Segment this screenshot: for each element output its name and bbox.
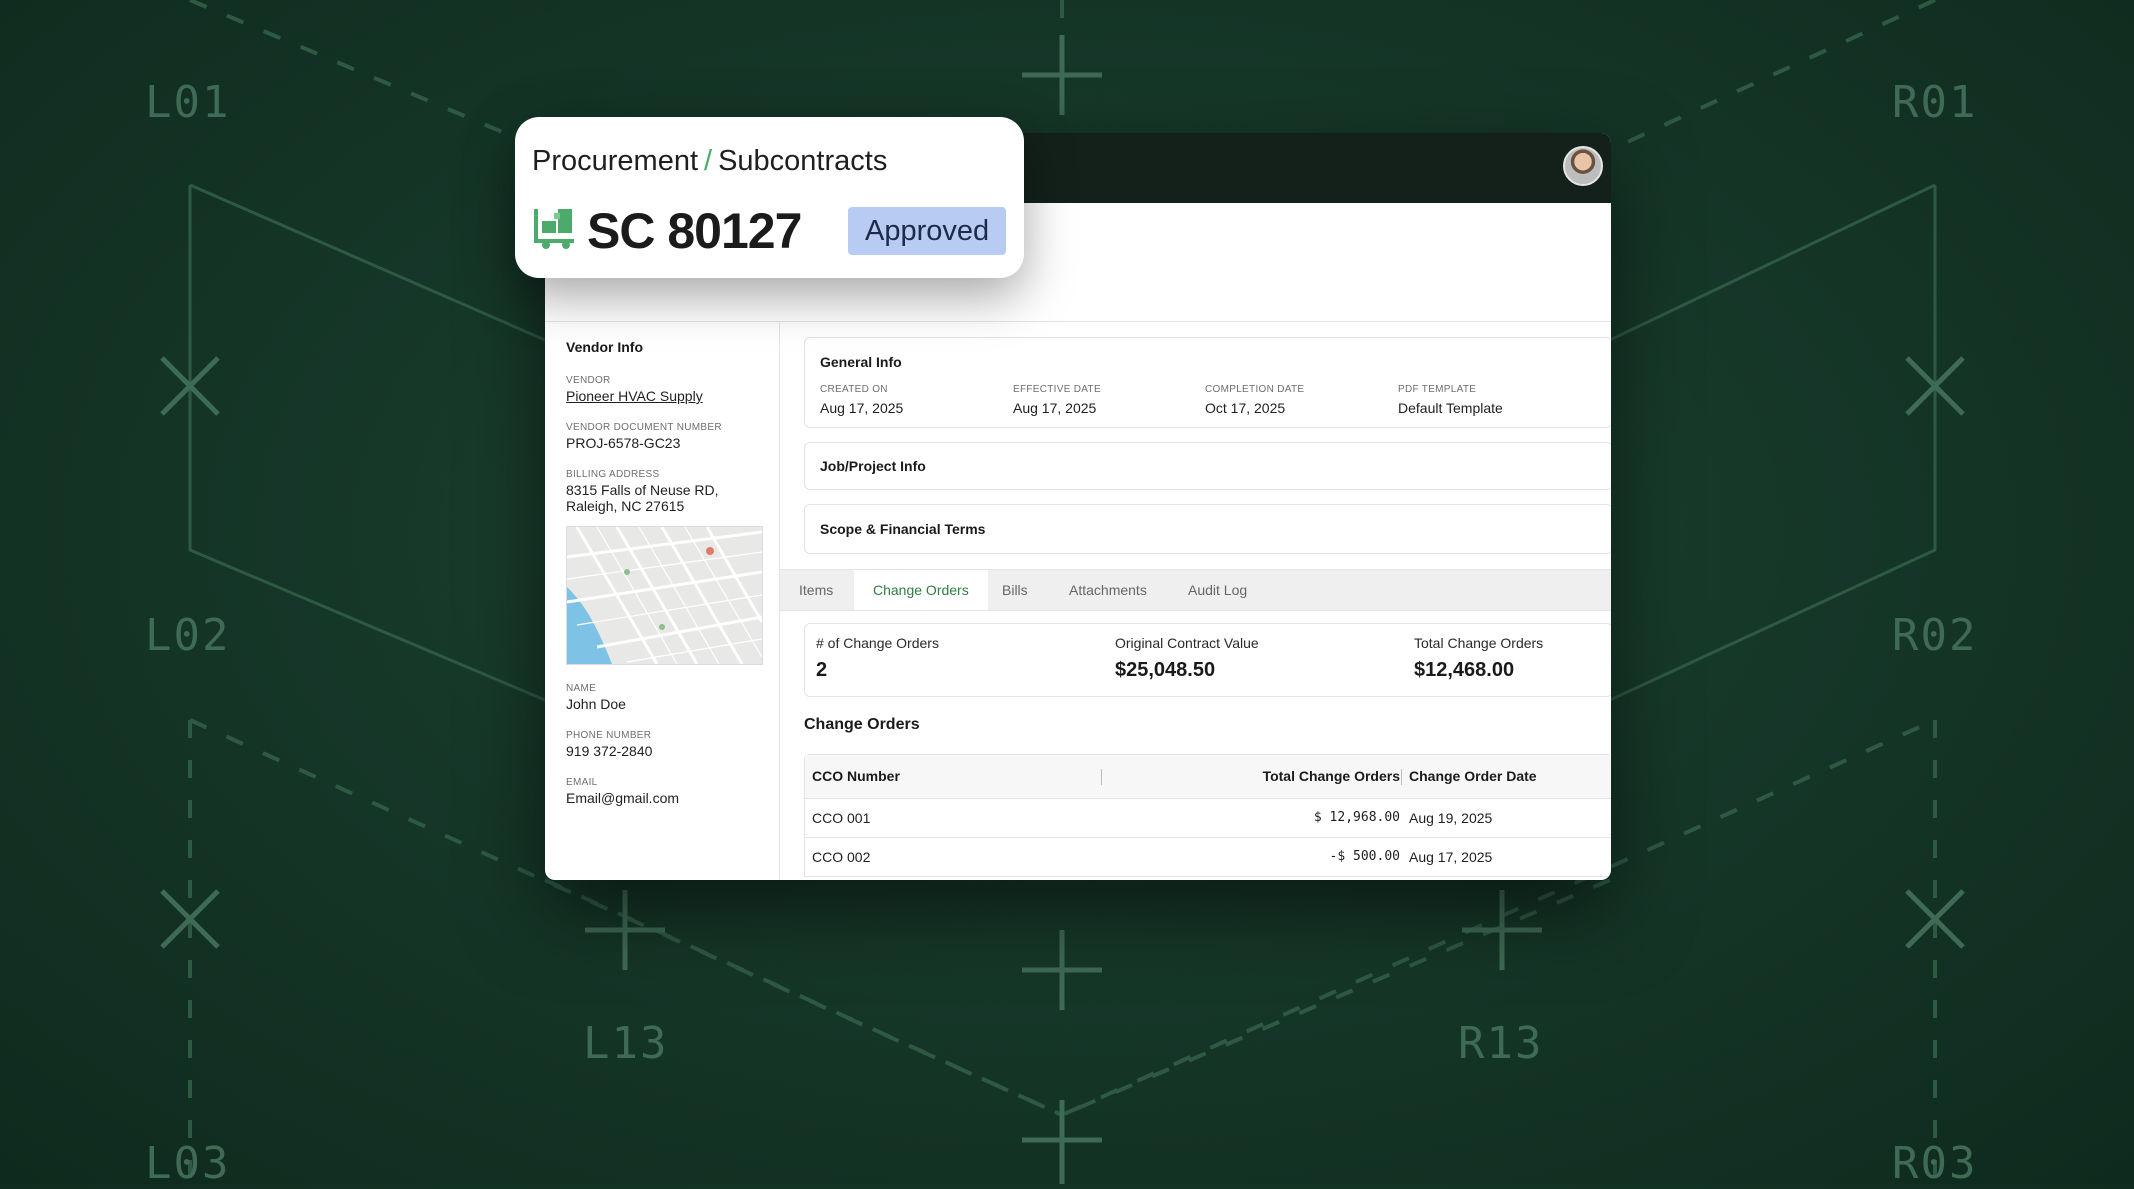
vendor-label: VENDOR: [566, 375, 611, 386]
pdf-template-value: Default Template: [1398, 400, 1503, 416]
change-order-date-cell: Aug 17, 2025: [1409, 849, 1493, 865]
vendor-info-title: Vendor Info: [566, 339, 643, 355]
scope-financial-terms-title: Scope & Financial Terms: [820, 521, 986, 537]
vendor-document-number: PROJ-6578-GC23: [566, 435, 681, 451]
column-header-date[interactable]: Change Order Date: [1409, 755, 1537, 798]
forklift-icon: [534, 209, 574, 249]
cco-number-cell: CCO 001: [812, 810, 871, 826]
document-title-card: Procurement / Subcontracts SC 80127 Approv…: [515, 117, 1024, 278]
created-on-label: CREATED ON: [820, 384, 888, 395]
total-change-orders: Total Change Orders $12,468.00: [1414, 635, 1543, 682]
column-header-total[interactable]: Total Change Orders: [1263, 755, 1400, 798]
effective-date-field: EFFECTIVE DATE Aug 17, 2025: [1013, 384, 1101, 416]
grid-label-r03: R03: [1892, 1138, 1978, 1189]
completion-date-value: Oct 17, 2025: [1205, 400, 1286, 416]
vendor-info-panel: Vendor Info VENDOR Pioneer HVAC Supply V…: [545, 322, 780, 880]
grid-label-r13: R13: [1458, 1018, 1544, 1069]
phone-number: 919 372-2840: [566, 743, 653, 759]
billing-address-label: BILLING ADDRESS: [566, 469, 660, 480]
contact-name-label: NAME: [566, 683, 597, 694]
grid-label-l02: L02: [145, 610, 231, 661]
change-order-count-value: 2: [816, 659, 828, 681]
tab-items[interactable]: Items: [780, 570, 852, 610]
contact-name: John Doe: [566, 696, 626, 712]
tab-bar: Items Change Orders Bills Attachments Au…: [780, 569, 1611, 611]
total-change-orders-amount: $12,468.00: [1414, 659, 1515, 681]
breadcrumb-procurement[interactable]: Procurement: [532, 145, 698, 177]
change-order-date-cell: Aug 19, 2025: [1409, 810, 1493, 826]
billing-address-line2: Raleigh, NC 27615: [566, 498, 685, 514]
cco-number-cell: CCO 002: [812, 849, 871, 865]
grid-label-l01: L01: [145, 77, 231, 128]
tab-attachments[interactable]: Attachments: [1050, 570, 1166, 610]
tab-bills[interactable]: Bills: [983, 570, 1047, 610]
billing-address-line1: 8315 Falls of Neuse RD,: [566, 482, 719, 498]
original-contract-value-amount: $25,048.50: [1115, 659, 1216, 681]
original-contract-value-label: Original Contract Value: [1115, 635, 1259, 651]
change-orders-heading: Change Orders: [804, 716, 920, 733]
breadcrumb-separator: /: [704, 145, 713, 177]
vendor-document-label: VENDOR DOCUMENT NUMBER: [566, 422, 722, 433]
email-label: EMAIL: [566, 777, 598, 788]
change-order-count: # of Change Orders 2: [816, 635, 939, 682]
email-value: Email@gmail.com: [566, 790, 680, 806]
main-content: General Info CREATED ON Aug 17, 2025 EFF…: [780, 322, 1611, 880]
grid-label-r01: R01: [1892, 77, 1978, 128]
map-image: [567, 527, 762, 664]
change-order-summary: # of Change Orders 2 Original Contract V…: [804, 623, 1611, 697]
original-contract-value: Original Contract Value $25,048.50: [1115, 635, 1259, 682]
status-badge: Approved: [848, 207, 1007, 255]
user-avatar[interactable]: [1563, 146, 1603, 186]
job-project-info-title: Job/Project Info: [820, 458, 926, 474]
job-project-info-card[interactable]: Job/Project Info: [804, 442, 1611, 490]
document-id: SC 80127: [587, 203, 802, 259]
pdf-template-field: PDF TEMPLATE Default Template: [1398, 384, 1503, 416]
total-change-orders-cell: -$ 500.00: [1329, 849, 1400, 864]
phone-number-label: PHONE NUMBER: [566, 730, 652, 741]
total-change-orders-cell: $ 12,968.00: [1313, 810, 1400, 825]
column-header-cco-number[interactable]: CCO Number: [812, 755, 900, 798]
tab-change-orders[interactable]: Change Orders: [854, 570, 988, 610]
column-resize-handle[interactable]: [1101, 769, 1102, 785]
total-change-orders-label: Total Change Orders: [1414, 635, 1544, 651]
created-on-value: Aug 17, 2025: [820, 400, 904, 416]
grid-label-l03: L03: [145, 1138, 231, 1189]
vendor-link[interactable]: Pioneer HVAC Supply: [566, 388, 703, 404]
change-orders-table: CCO Number Total Change Orders Change Or…: [804, 754, 1611, 877]
tab-audit-log[interactable]: Audit Log: [1169, 570, 1266, 610]
scope-financial-terms-card[interactable]: Scope & Financial Terms: [804, 504, 1611, 554]
general-info-card[interactable]: General Info CREATED ON Aug 17, 2025 EFF…: [804, 337, 1611, 428]
created-on-field: CREATED ON Aug 17, 2025: [820, 384, 903, 416]
breadcrumb: Procurement / Subcontracts: [532, 145, 887, 178]
effective-date-label: EFFECTIVE DATE: [1013, 384, 1101, 395]
address-map[interactable]: [566, 526, 763, 665]
column-resize-handle[interactable]: [1401, 769, 1402, 785]
completion-date-label: COMPLETION DATE: [1205, 384, 1305, 395]
grid-label-r02: R02: [1892, 610, 1978, 661]
table-row[interactable]: CCO 002 -$ 500.00 Aug 17, 2025: [805, 838, 1611, 877]
general-info-title: General Info: [820, 354, 902, 370]
effective-date-value: Aug 17, 2025: [1013, 400, 1097, 416]
table-row[interactable]: CCO 001 $ 12,968.00 Aug 19, 2025: [805, 799, 1611, 838]
table-header: CCO Number Total Change Orders Change Or…: [805, 755, 1611, 799]
breadcrumb-subcontracts[interactable]: Subcontracts: [718, 145, 887, 177]
change-order-count-label: # of Change Orders: [816, 635, 939, 651]
grid-label-l13: L13: [583, 1018, 669, 1069]
completion-date-field: COMPLETION DATE Oct 17, 2025: [1205, 384, 1304, 416]
pdf-template-label: PDF TEMPLATE: [1398, 384, 1477, 395]
